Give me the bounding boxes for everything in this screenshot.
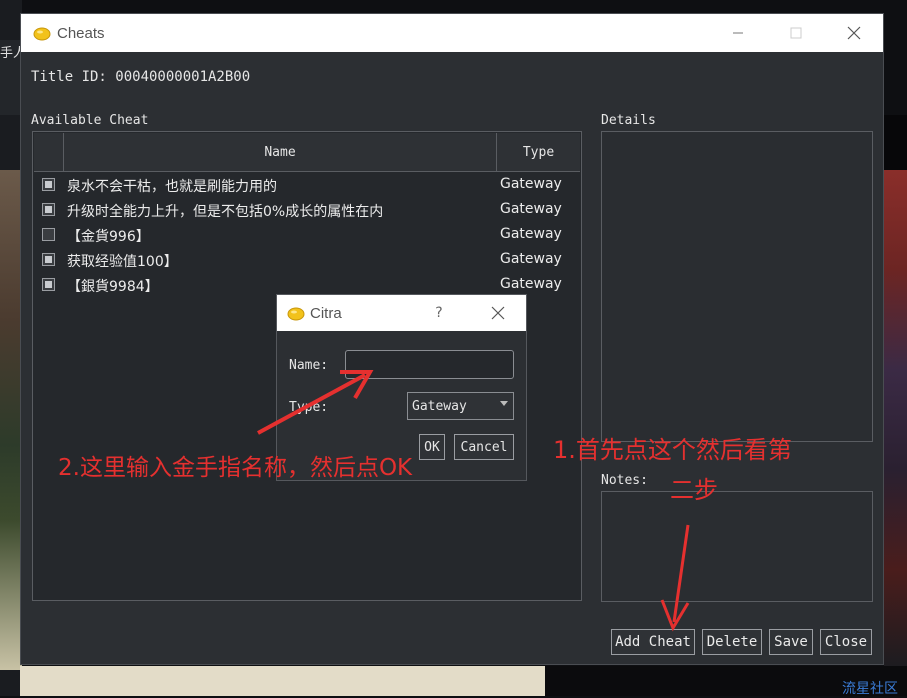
background-game-bottom <box>20 666 545 696</box>
cheat-checkbox[interactable] <box>42 278 55 291</box>
save-button[interactable]: Save <box>769 629 813 655</box>
cheat-checkbox[interactable] <box>42 253 55 266</box>
minimize-icon <box>733 32 743 34</box>
ok-button[interactable]: OK <box>419 434 445 460</box>
cheat-name: 泉水不会干枯，也就是刷能力用的 <box>67 179 277 195</box>
cancel-button[interactable]: Cancel <box>454 434 514 460</box>
cheat-row[interactable]: 获取经验值100】 Gateway <box>34 248 580 273</box>
cheat-type: Gateway <box>500 251 562 267</box>
cheat-checkbox[interactable] <box>42 228 55 241</box>
citra-dialog-title: Citra <box>310 304 342 322</box>
cheats-window-title: Cheats <box>57 24 105 42</box>
maximize-button[interactable] <box>773 14 819 52</box>
cheat-row[interactable]: 【金貨996】 Gateway <box>34 223 580 248</box>
cheat-name: 获取经验值100】 <box>67 254 178 270</box>
close-icon <box>491 306 505 320</box>
close-icon <box>847 26 861 40</box>
citra-close-button[interactable] <box>483 295 513 331</box>
type-select-value: Gateway <box>412 398 467 414</box>
annotation-step1-continued: 二步 <box>670 476 718 504</box>
details-textbox[interactable] <box>601 131 873 442</box>
cheat-type: Gateway <box>500 276 562 292</box>
title-id: Title ID: 00040000001A2B00 <box>31 69 251 85</box>
citra-lemon-icon <box>287 307 305 321</box>
cheat-name: 【銀貨9984】 <box>67 279 159 295</box>
cheat-checkbox[interactable] <box>42 178 55 191</box>
cheat-name: 升级时全能力上升，但是不包括0%成长的属性在内 <box>67 204 384 220</box>
maximize-icon <box>790 27 802 39</box>
delete-button[interactable]: Delete <box>702 629 762 655</box>
cheats-titlebar[interactable]: Cheats <box>21 14 883 52</box>
minimize-button[interactable] <box>715 14 761 52</box>
add-cheat-button[interactable]: Add Cheat <box>611 629 695 655</box>
annotation-step2: 2.这里输入金手指名称，然后点OK <box>58 455 413 481</box>
background-game-right-top <box>884 115 907 170</box>
cheat-type: Gateway <box>500 176 562 192</box>
notes-label: Notes: <box>601 473 648 488</box>
cheat-list-header: Name Type <box>34 133 580 172</box>
header-name[interactable]: Name <box>64 133 497 171</box>
annotation-step1: 1.首先点这个然后看第 <box>553 436 792 464</box>
cheat-name-input[interactable] <box>345 350 514 379</box>
citra-titlebar[interactable]: Citra ? <box>277 295 526 331</box>
close-window-button[interactable] <box>831 14 877 52</box>
cheat-type: Gateway <box>500 201 562 217</box>
cheat-rows: 泉水不会干枯，也就是刷能力用的 Gateway 升级时全能力上升，但是不包括0%… <box>34 173 580 298</box>
cheat-checkbox[interactable] <box>42 203 55 216</box>
watermark: 流星社区 <box>842 681 898 697</box>
citra-lemon-icon <box>33 27 51 41</box>
available-cheat-label: Available Cheat <box>31 113 149 128</box>
background-game-scene-right <box>884 170 907 670</box>
header-checkbox-column[interactable] <box>34 133 64 171</box>
cheat-name: 【金貨996】 <box>67 229 150 245</box>
details-label: Details <box>601 113 656 128</box>
cheat-row[interactable]: 泉水不会干枯，也就是刷能力用的 Gateway <box>34 173 580 198</box>
type-select[interactable]: Gateway <box>407 392 514 420</box>
chevron-down-icon <box>500 401 508 406</box>
cheat-type: Gateway <box>500 226 562 242</box>
close-button[interactable]: Close <box>820 629 872 655</box>
name-label: Name: <box>289 358 329 373</box>
notes-textbox[interactable] <box>601 491 873 602</box>
type-label: Type: <box>289 400 329 415</box>
cheat-row[interactable]: 升级时全能力上升，但是不包括0%成长的属性在内 Gateway <box>34 198 580 223</box>
background-game-scene-left <box>0 170 22 670</box>
help-button[interactable]: ? <box>429 295 449 331</box>
header-type[interactable]: Type <box>497 133 580 171</box>
